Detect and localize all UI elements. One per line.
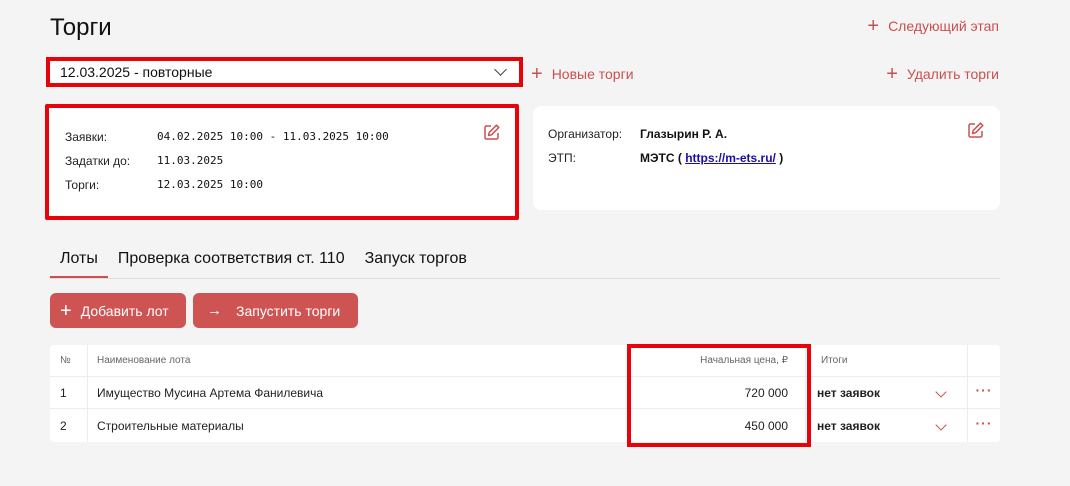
header-name: Наименование лота xyxy=(97,355,191,366)
more-icon: ··· xyxy=(975,415,993,431)
chevron-down-icon xyxy=(935,419,947,431)
result-select[interactable]: нет заявок xyxy=(817,377,957,408)
chevron-down-icon xyxy=(935,386,947,398)
auction-date-label: Торги: xyxy=(65,178,100,192)
tab-compliance-check[interactable]: Проверка соответствия ст. 110 xyxy=(108,244,355,278)
etp-close: ) xyxy=(779,151,784,165)
next-stage-label: Следующий этап xyxy=(888,18,999,34)
table-row[interactable]: 1 Имущество Мусина Артема Фанилевича 720… xyxy=(50,377,1000,409)
applications-row: Заявки: 04.02.2025 10:00 - 11.03.2025 10… xyxy=(65,130,389,144)
tab-launch[interactable]: Запуск торгов xyxy=(355,244,477,278)
row-price: 720 000 xyxy=(744,385,788,400)
more-button[interactable]: ··· xyxy=(968,377,1000,408)
etp-value: МЭТС ( https://m-ets.ru/ ) xyxy=(640,151,783,165)
header-num: № xyxy=(60,355,71,366)
deposits-row: Задатки до: 11.03.2025 xyxy=(65,154,223,168)
applications-value: 04.02.2025 10:00 - 11.03.2025 10:00 xyxy=(157,130,389,143)
delete-auction-button[interactable]: + Удалить торги xyxy=(886,64,999,84)
organizer-value: Глазырин Р. А. xyxy=(640,127,728,141)
dates-card: Заявки: 04.02.2025 10:00 - 11.03.2025 10… xyxy=(45,104,519,220)
organizer-card: Организатор: Глазырин Р. А. ЭТП: МЭТС ( … xyxy=(533,106,1000,210)
table-header: № Наименование лота Начальная цена, ₽ Ит… xyxy=(50,345,1000,377)
more-icon: ··· xyxy=(975,381,993,398)
auction-select-value: 12.03.2025 - повторные xyxy=(60,64,213,80)
row-price: 450 000 xyxy=(744,419,788,433)
organizer-label: Организатор: xyxy=(548,127,623,141)
applications-label: Заявки: xyxy=(65,130,108,144)
new-auction-label: Новые торги xyxy=(551,66,634,82)
deposits-value: 11.03.2025 xyxy=(157,154,224,167)
more-button[interactable]: ··· xyxy=(968,410,1000,442)
table-row[interactable]: 2 Строительные материалы 450 000 нет зая… xyxy=(50,410,1000,442)
page-title: Торги xyxy=(50,14,112,41)
run-auction-label: Запустить торги xyxy=(236,302,341,319)
add-lot-label: Добавить лот xyxy=(80,302,169,319)
chevron-down-icon xyxy=(494,63,507,76)
edit-icon[interactable] xyxy=(483,123,501,141)
plus-icon: + xyxy=(867,15,880,37)
next-stage-button[interactable]: + Следующий этап xyxy=(867,16,999,36)
header-result: Итоги xyxy=(821,355,848,366)
tab-lots[interactable]: Лоты xyxy=(50,244,108,278)
plus-icon: + xyxy=(886,63,898,85)
result-value: нет заявок xyxy=(817,385,881,400)
auction-date-value: 12.03.2025 10:00 xyxy=(157,178,263,191)
etp-row: ЭТП: МЭТС ( https://m-ets.ru/ ) xyxy=(548,151,783,165)
plus-icon: + xyxy=(531,63,543,85)
arrow-right-icon: → xyxy=(207,302,222,319)
result-select[interactable]: нет заявок xyxy=(817,410,957,442)
row-name: Имущество Мусина Артема Фанилевича xyxy=(97,385,324,400)
header-price: Начальная цена, ₽ xyxy=(700,355,788,366)
row-num: 2 xyxy=(60,419,67,433)
result-value: нет заявок xyxy=(817,419,881,433)
auction-date-row: Торги: 12.03.2025 10:00 xyxy=(65,178,263,192)
organizer-row: Организатор: Глазырин Р. А. xyxy=(548,127,727,141)
run-auction-button[interactable]: → Запустить торги xyxy=(193,293,358,328)
deposits-label: Задатки до: xyxy=(65,154,131,168)
etp-link[interactable]: https://m-ets.ru/ xyxy=(685,151,776,165)
plus-icon: + xyxy=(60,299,72,322)
etp-name: МЭТС ( xyxy=(640,151,682,165)
delete-auction-label: Удалить торги xyxy=(906,66,999,82)
row-num: 1 xyxy=(60,385,67,400)
etp-label: ЭТП: xyxy=(548,151,576,165)
add-lot-button[interactable]: + Добавить лот xyxy=(50,293,186,328)
row-name: Строительные материалы xyxy=(97,419,244,433)
edit-icon[interactable] xyxy=(967,121,985,139)
lots-table: № Наименование лота Начальная цена, ₽ Ит… xyxy=(50,345,1000,442)
tab-bar: Лоты Проверка соответствия ст. 110 Запус… xyxy=(50,244,1000,279)
new-auction-button[interactable]: + Новые торги xyxy=(531,64,634,84)
auction-select[interactable]: 12.03.2025 - повторные xyxy=(46,57,523,87)
